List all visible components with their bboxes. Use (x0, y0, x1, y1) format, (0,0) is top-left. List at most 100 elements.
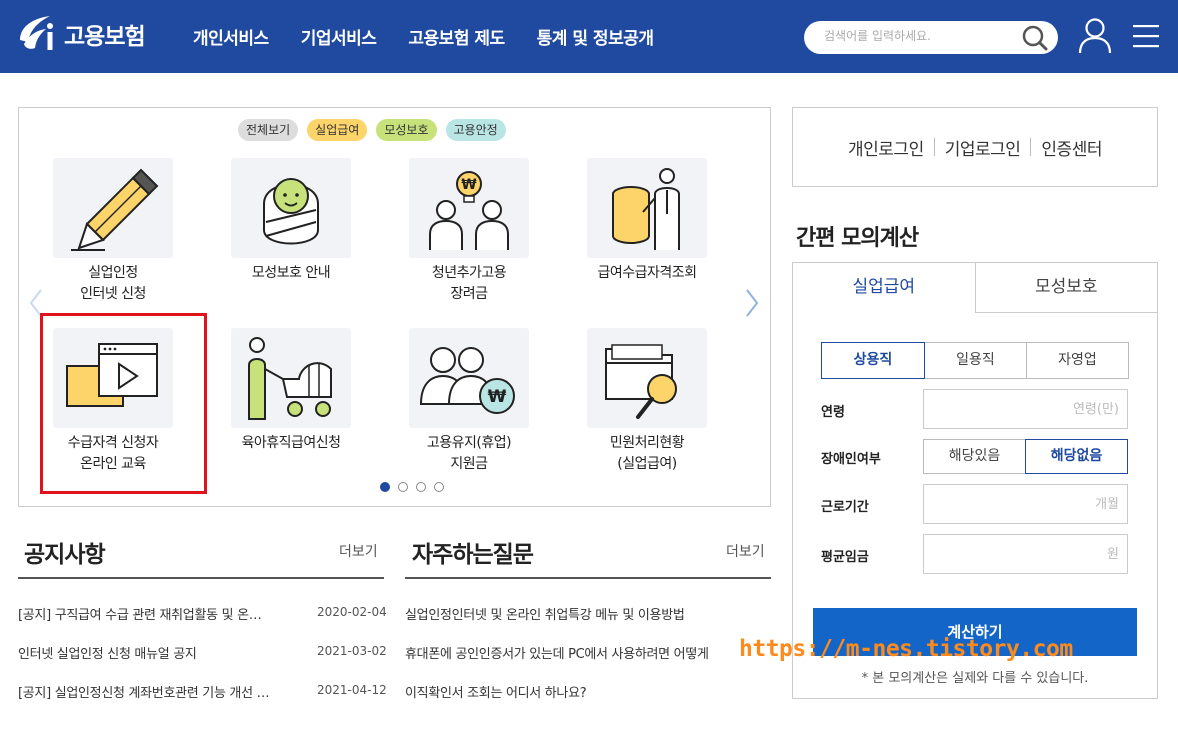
chip-maternity[interactable]: 모성보호 (376, 119, 437, 141)
tile-label-line1: 모성보호 안내 (251, 265, 331, 281)
search-icon (1022, 25, 1048, 51)
disability-selector: 해당있음 해당없음 (923, 439, 1128, 474)
page-dot-3[interactable] (416, 482, 426, 492)
youth-employment-icon: ₩ (429, 171, 509, 250)
tile-thumb (231, 328, 351, 428)
tile-label-line2: 인터넷 신청 (80, 286, 146, 302)
certificate-center-link[interactable]: 인증센터 (1031, 135, 1112, 160)
page-dot-2[interactable] (398, 482, 408, 492)
tile-label-line1: 육아휴직급여신청 (241, 435, 341, 451)
site-logo[interactable]: 고용보험 (16, 12, 146, 56)
svg-text:₩: ₩ (461, 177, 477, 193)
service-tile-complaint-status[interactable]: 민원처리현황 (실업급여) (572, 328, 722, 475)
tile-thumb (231, 158, 351, 258)
service-tile-employment-retention[interactable]: ₩ 고용유지(휴업) 지원금 (394, 328, 544, 475)
faq-item-3[interactable]: 이직확인서 조회는 어디서 하나요? (405, 682, 587, 701)
all-menu-button[interactable] (1133, 24, 1159, 52)
user-account-button[interactable] (1078, 17, 1112, 59)
stroller-icon (248, 337, 332, 420)
business-login-link[interactable]: 기업로그인 (935, 135, 1031, 160)
age-label: 연령 (821, 405, 845, 420)
notice-item-3[interactable]: [공지] 실업인정신청 계좌번호관련 기능 개선 … (18, 682, 270, 701)
service-filter-chips: 전체보기 실업급여 모성보호 고용안정 (238, 119, 506, 141)
job-type-self-employed[interactable]: 자영업 (1026, 342, 1129, 379)
work-period-label: 근로기간 (821, 500, 869, 515)
login-box: 개인로그인 기업로그인 인증센터 (792, 107, 1158, 187)
pencil-icon (71, 168, 159, 251)
ei-logo-icon (20, 16, 53, 50)
tile-label-line1: 고용유지(휴업) (426, 435, 512, 451)
calculator-panel: 실업급여 모성보호 상용직 일용직 자영업 연령 장애인여부 해당있음 해당없음… (792, 262, 1158, 699)
global-nav: 개인서비스 기업서비스 고용보험 제도 통계 및 정보공개 (193, 24, 654, 49)
average-wage-label: 평균임금 (821, 550, 869, 565)
search-button[interactable] (1020, 24, 1050, 52)
tile-label-line1: 실업인정 (88, 265, 138, 281)
coin-stack-icon (612, 168, 680, 250)
user-icon (1078, 18, 1112, 54)
job-type-regular[interactable]: 상용직 (821, 342, 925, 379)
page-dot-1[interactable] (380, 482, 390, 492)
notice-item-1[interactable]: [공지] 구직급여 수급 관련 재취업활동 및 온… (18, 604, 262, 623)
tile-label-line2: 장려금 (450, 286, 488, 302)
chevron-right-icon (746, 289, 759, 317)
tile-thumb: ₩ (409, 328, 529, 428)
people-won-icon: ₩ (419, 347, 515, 414)
service-tile-benefit-eligibility[interactable]: 급여수급자격조회 (572, 158, 722, 284)
nav-business-services[interactable]: 기업서비스 (301, 24, 377, 49)
tile-label-line2: (실업급여) (617, 456, 677, 472)
chip-all[interactable]: 전체보기 (238, 119, 299, 141)
work-period-input[interactable] (923, 484, 1128, 524)
tab-maternity[interactable]: 모성보호 (975, 263, 1157, 313)
service-tile-parental-leave[interactable]: 육아휴직급여신청 (216, 328, 366, 454)
disability-yes[interactable]: 해당있음 (923, 439, 1026, 474)
average-wage-input[interactable] (923, 534, 1128, 574)
service-tile-unemployment-cert[interactable]: 실업인정인터넷 신청 (38, 158, 188, 305)
calculator-title: 간편 모의계산 (796, 226, 919, 251)
tile-label-line1: 민원처리현황 (609, 435, 685, 451)
next-slide-button[interactable] (745, 288, 759, 322)
job-type-selector: 상용직 일용직 자영업 (821, 342, 1129, 379)
tab-unemployment-benefit[interactable]: 실업급여 (793, 263, 976, 313)
notice-date-2: 2021-03-02 (317, 644, 387, 658)
nav-personal-services[interactable]: 개인서비스 (193, 24, 269, 49)
faq-item-1[interactable]: 실업인정인터넷 및 온라인 취업특강 메뉴 및 이용방법 (405, 604, 685, 623)
tile-label-line1: 급여수급자격조회 (597, 265, 697, 281)
faq-more-link[interactable]: 더보기 (726, 541, 765, 561)
folder-search-icon (605, 344, 677, 419)
watermark-text: https://m-nes.tistory.com (739, 636, 1073, 662)
logo-text: 고용보험 (64, 24, 146, 50)
search-input[interactable] (824, 29, 1014, 43)
faq-item-2[interactable]: 휴대폰에 공인인증서가 있는데 PC에서 사용하려면 어떻게 (405, 643, 740, 662)
personal-login-link[interactable]: 개인로그인 (838, 135, 934, 160)
chip-employment-stability[interactable]: 고용안정 (445, 119, 506, 141)
chip-unemployment-benefit[interactable]: 실업급여 (307, 119, 368, 141)
job-type-daily[interactable]: 일용직 (924, 342, 1027, 379)
faq-divider (405, 577, 771, 579)
disability-no[interactable]: 해당없음 (1025, 439, 1128, 474)
notice-date-1: 2020-02-04 (317, 605, 387, 619)
tile-thumb (53, 158, 173, 258)
tile-thumb: ₩ (409, 158, 529, 258)
calculator-tabs: 실업급여 모성보호 (793, 263, 1157, 313)
disability-label: 장애인여부 (821, 452, 881, 467)
hamburger-icon (1133, 25, 1159, 48)
svg-text:₩: ₩ (488, 387, 507, 407)
notice-divider (18, 577, 384, 579)
nav-statistics[interactable]: 통계 및 정보공개 (537, 24, 654, 49)
tile-label-line1: 청년추가고용 (431, 265, 507, 281)
tile-thumb (587, 158, 707, 258)
calculator-disclaimer: * 본 모의계산은 실제와 다를 수 있습니다. (861, 671, 1089, 686)
slide-pagination (380, 482, 444, 492)
service-tile-maternity-info[interactable]: 모성보호 안내 (216, 158, 366, 284)
notice-more-link[interactable]: 더보기 (339, 541, 378, 561)
service-tile-youth-employment[interactable]: ₩ 청년추가고용장려금 (394, 158, 544, 305)
notice-item-2[interactable]: 인터넷 실업인정 신청 매뉴얼 공지 (18, 643, 197, 662)
nav-insurance-system[interactable]: 고용보험 제도 (408, 24, 505, 49)
search-bar (804, 21, 1058, 54)
notice-title: 공지사항 (24, 542, 106, 568)
age-input[interactable] (923, 389, 1128, 429)
top-header: 고용보험 개인서비스 기업서비스 고용보험 제도 통계 및 정보공개 (0, 0, 1178, 73)
highlight-box (40, 313, 207, 494)
page-dot-4[interactable] (434, 482, 444, 492)
tile-label-line2: 지원금 (450, 456, 488, 472)
